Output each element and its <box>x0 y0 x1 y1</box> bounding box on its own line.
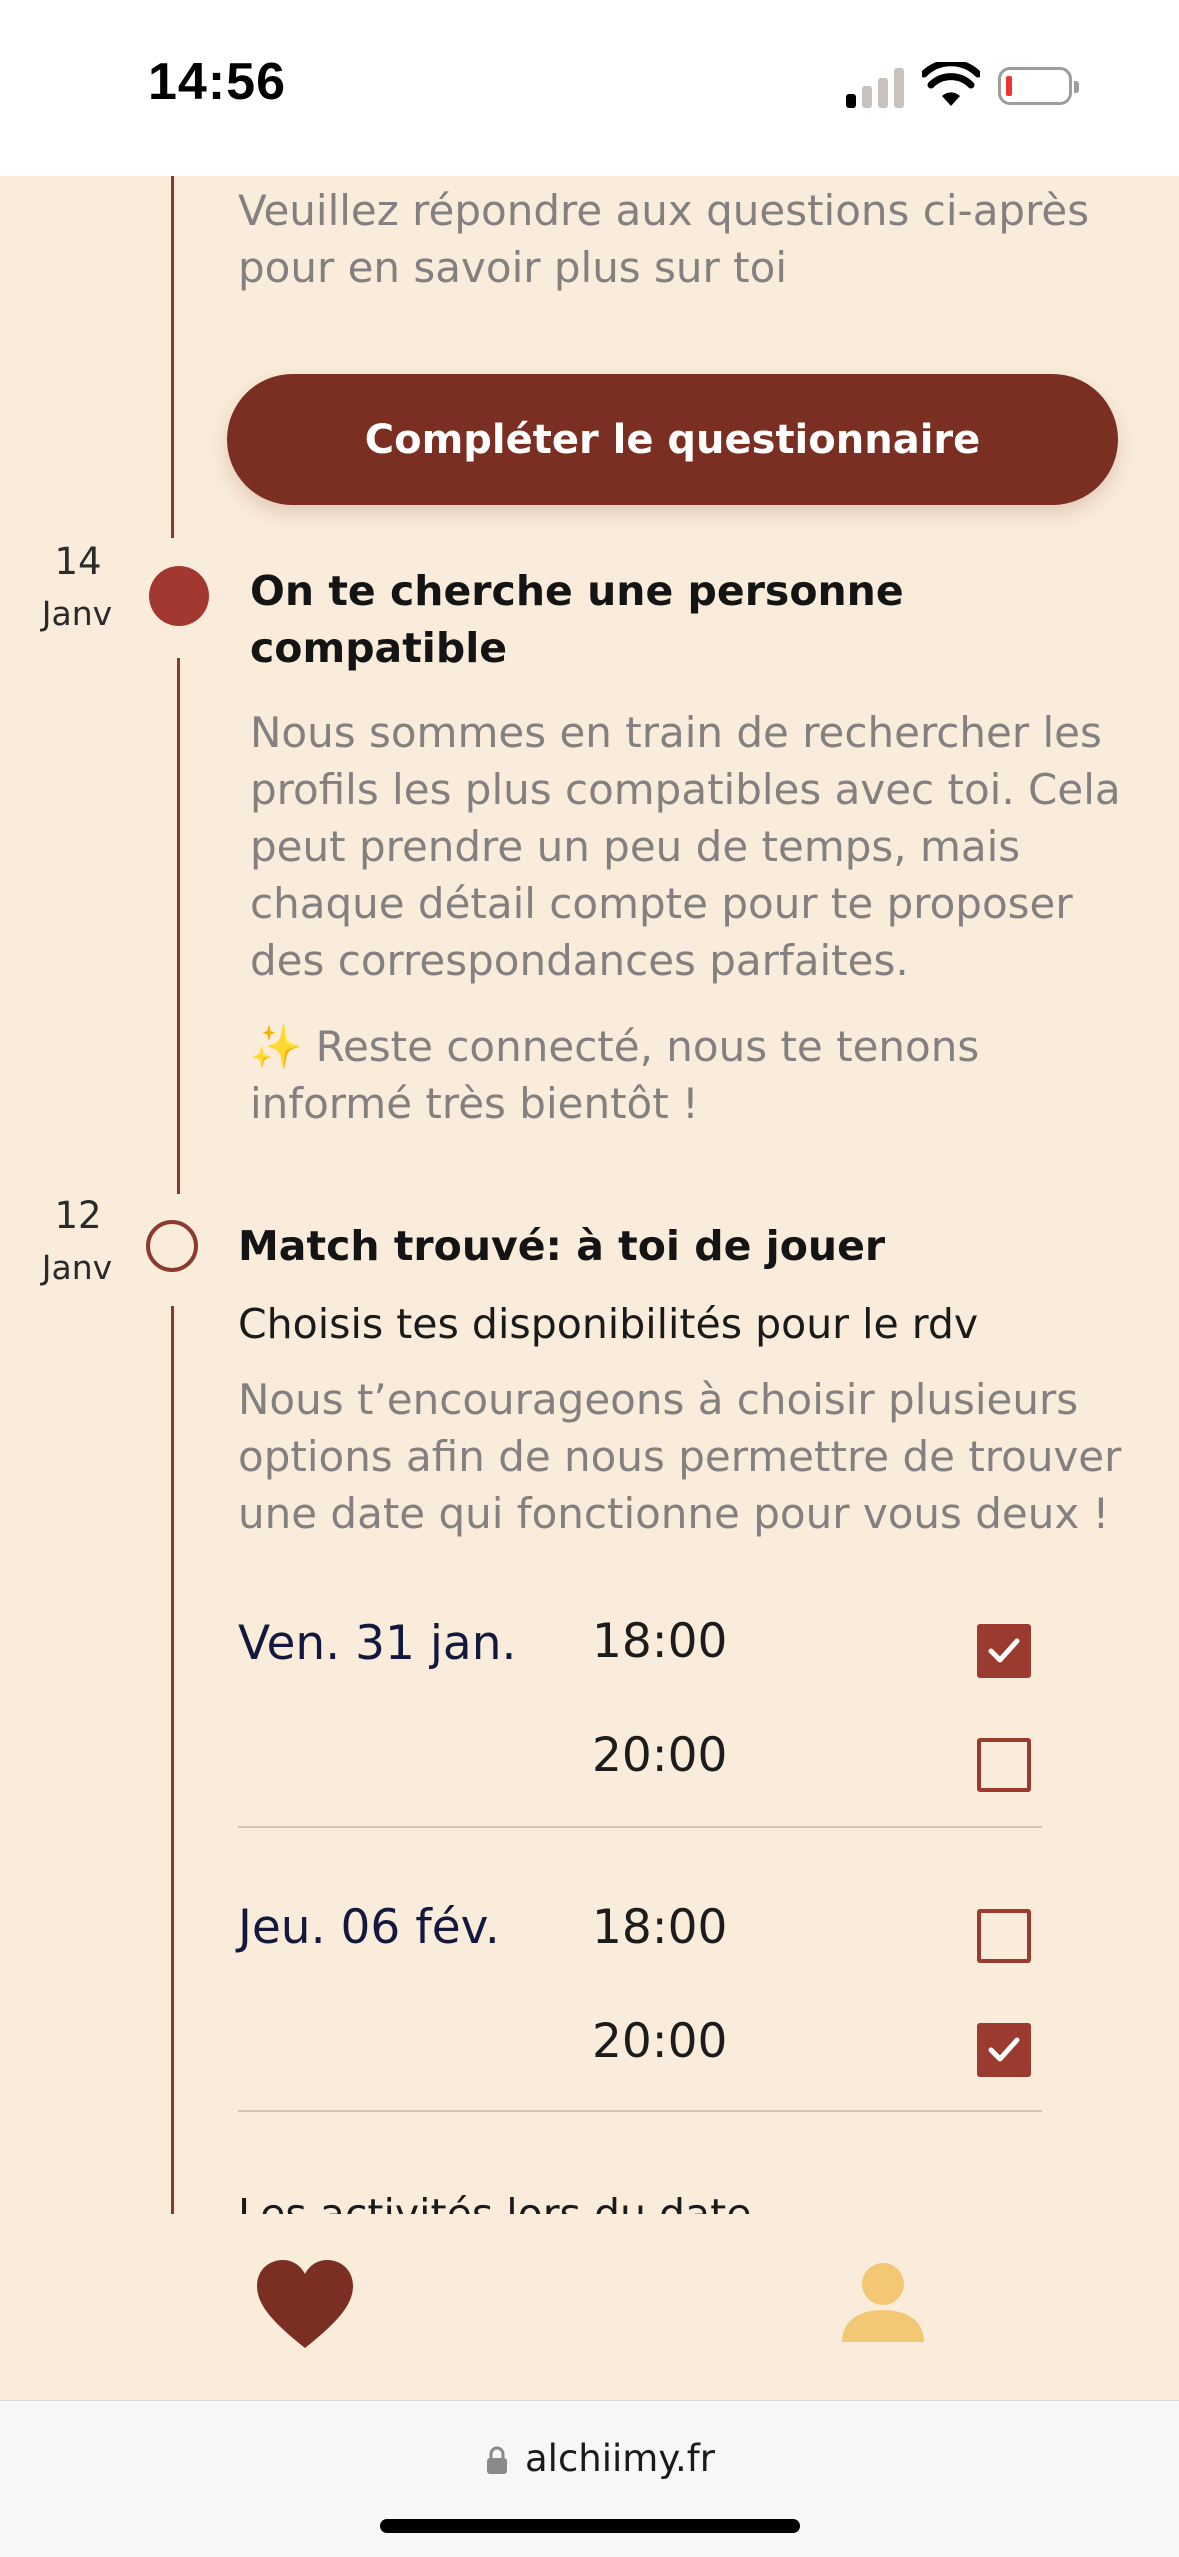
timeline-dot-active <box>149 566 209 626</box>
search-step-note-text: Reste connecté, nous te tenons informé t… <box>250 1022 980 1128</box>
profile-icon[interactable] <box>840 2262 926 2344</box>
slot-time: 20:00 <box>592 2014 728 2069</box>
search-step-note: ✨ Reste connecté, nous te tenons informé… <box>250 1018 1070 1132</box>
checkmark-icon <box>988 1638 1020 1663</box>
match-step-description: Nous t’encourageons à choisir plusieurs … <box>238 1375 1122 1538</box>
slot-checkbox-checked[interactable] <box>977 2023 1031 2077</box>
status-time: 14:56 <box>148 53 286 111</box>
availability-day-label: Jeu. 06 fév. <box>238 1900 500 1955</box>
sparkles-icon: ✨ <box>250 1022 303 1071</box>
timeline-dot-inactive <box>146 1220 198 1272</box>
heart-icon[interactable] <box>255 2258 355 2350</box>
battery-icon <box>998 67 1079 105</box>
date-day: 14 <box>54 540 102 583</box>
search-step-description: Nous sommes en train de rechercher les p… <box>250 708 1121 985</box>
date-month: Janv <box>41 1248 113 1287</box>
questionnaire-description: Veuillez répondre aux questions ci-après… <box>238 186 1090 292</box>
timeline-line <box>171 1306 174 2214</box>
cellular-signal-icon <box>846 66 906 108</box>
timeline-line <box>177 658 180 1194</box>
divider <box>238 2110 1042 2112</box>
slot-checkbox-checked[interactable] <box>977 1624 1031 1678</box>
tab-bar <box>0 2214 1179 2400</box>
home-indicator[interactable] <box>380 2519 800 2533</box>
date-month: Janv <box>41 594 113 633</box>
status-bar: 14:56 <box>0 0 1179 176</box>
slot-checkbox[interactable] <box>977 1738 1031 1792</box>
match-step-title: Match trouvé: à toi de jouer <box>238 1222 886 1270</box>
browser-url-bar[interactable]: alchiimy.fr <box>0 2400 1179 2557</box>
slot-time: 20:00 <box>592 1728 728 1783</box>
slot-time: 18:00 <box>592 1614 728 1669</box>
date-day: 12 <box>54 1194 102 1237</box>
search-step-title: On te cherche une personne compatible <box>250 567 904 672</box>
slot-time: 18:00 <box>592 1900 728 1955</box>
activities-heading: Les activités lors du date <box>238 2190 752 2214</box>
checkmark-icon <box>988 2037 1020 2062</box>
timeline-content[interactable]: Veuillez répondre aux questions ci-après… <box>0 176 1179 2214</box>
wifi-icon <box>922 62 980 106</box>
match-step-subtitle: Choisis tes disponibilités pour le rdv <box>238 1300 979 1348</box>
slot-checkbox[interactable] <box>977 1909 1031 1963</box>
url-text[interactable]: alchiimy.fr <box>525 2437 715 2480</box>
availability-day-label: Ven. 31 jan. <box>238 1616 517 1671</box>
complete-questionnaire-button[interactable]: Compléter le questionnaire <box>227 374 1118 505</box>
timeline-line <box>171 176 174 538</box>
lock-icon <box>487 2446 507 2474</box>
divider <box>238 1826 1042 1828</box>
